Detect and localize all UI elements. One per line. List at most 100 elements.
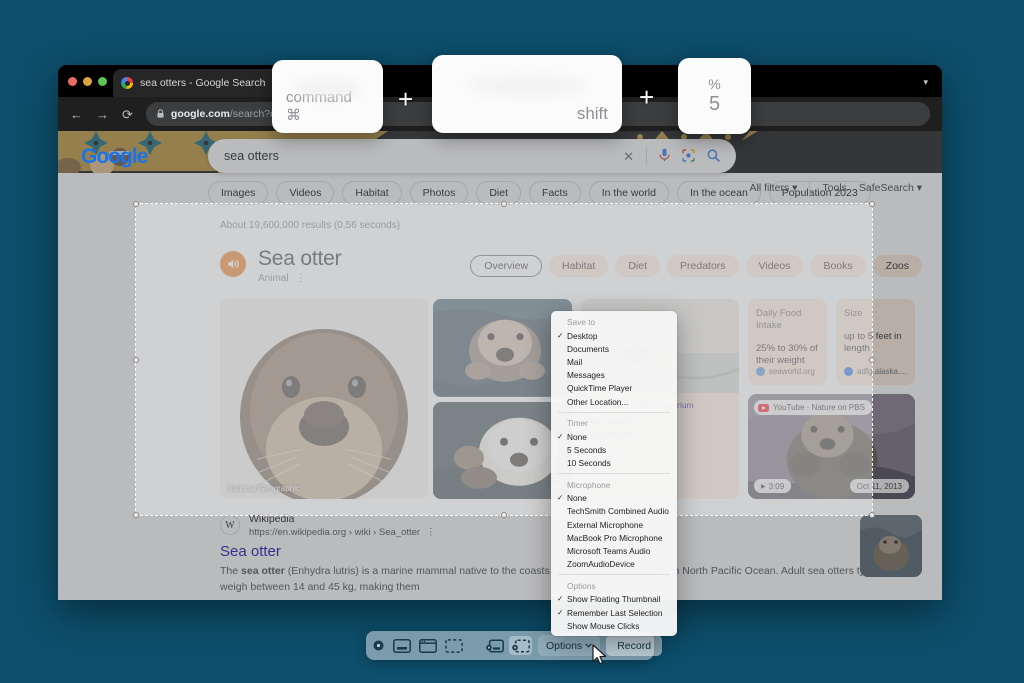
knowledge-tab-zoos[interactable]: Zoos [872,255,922,277]
fact-card[interactable]: Size up to 5 feet in length adfg.alaska...… [836,299,915,386]
minimize-window-button[interactable] [83,77,92,86]
menu-item[interactable]: External Microphone [551,518,677,531]
result-thumbnail[interactable] [860,515,922,577]
video-card[interactable]: YouTube · Nature on PBS ▶ 3:09 Oct 11, 2… [748,394,915,499]
clear-search-icon[interactable]: ✕ [623,150,634,163]
search-chip[interactable]: Videos [276,181,335,205]
menu-separator [558,473,670,475]
menu-item[interactable]: ✓ Show Floating Thumbnail [551,593,677,606]
knowledge-tab-habitat[interactable]: Habitat [549,255,609,277]
check-icon: ✓ [557,330,564,340]
overflow-menu-icon[interactable]: ⋮ [296,273,306,284]
menu-item[interactable]: Mail [551,355,677,368]
menu-item[interactable]: Other Location... [551,395,677,408]
reload-icon[interactable]: ⟳ [122,108,133,121]
fact-card-source[interactable]: seaworld.org [756,367,819,377]
all-filters-button[interactable]: All filters ▾ [750,182,798,194]
hero-image[interactable]: National Geographic [220,299,428,499]
search-chip[interactable]: In the ocean [676,181,761,205]
mic-icon[interactable] [659,148,670,164]
knowledge-panel: Sea otter Animal ⋮ Overview Habitat Diet Pr… [220,247,922,284]
keycap-shift: shift [432,55,622,133]
menu-item-label: None [567,493,587,504]
record-button[interactable]: Record [606,635,663,656]
video-source-badge: YouTube · Nature on PBS [754,400,872,416]
menu-separator [558,574,670,576]
menu-item[interactable]: ✓ None [551,430,677,443]
tools-button[interactable]: Tools [822,182,847,194]
menu-item[interactable]: 10 Seconds [551,457,677,470]
menu-item-label: Microsoft Teams Audio [567,546,651,557]
result-url: https://en.wikipedia.org › wiki › Sea_ot… [249,527,436,538]
menu-item[interactable]: ✓ None [551,492,677,505]
search-chip[interactable]: Photos [409,181,469,205]
keycap-five: % 5 [678,58,751,134]
menu-item[interactable]: TechSmith Combined Audio [551,505,677,518]
wikipedia-favicon-icon: W [220,515,240,536]
menu-section-header: Options [567,580,596,591]
knowledge-panel-tabs: Overview Habitat Diet Predators Videos Books Z… [470,255,922,277]
menu-item[interactable]: Show Mouse Clicks [551,619,677,632]
menu-item[interactable]: MacBook Pro Microphone [551,531,677,544]
fact-card-source[interactable]: adfg.alaska.... [844,367,907,377]
capture-window-icon[interactable] [416,636,439,655]
keycap-glow [468,77,586,95]
menu-item[interactable]: Documents [551,342,677,355]
menu-item[interactable]: QuickTime Player [551,382,677,395]
record-dot-icon[interactable] [373,636,384,655]
chevron-down-icon: ▾ [916,182,922,194]
search-input[interactable]: sea otters ✕ [208,139,736,173]
google-lens-icon[interactable] [682,148,695,164]
image-gallery: National Geographic [220,299,572,499]
menu-section-header: Save to [567,317,596,327]
result-thumbnail-image [860,515,922,577]
video-source-label: YouTube · Nature on PBS [773,403,865,413]
menu-item[interactable]: ZoomAudioDevice [551,558,677,571]
options-button[interactable]: Options [538,635,601,656]
search-chip[interactable]: Diet [476,181,522,205]
menu-item[interactable]: Microsoft Teams Audio [551,544,677,557]
page-title: Sea otter [258,247,342,270]
menu-item[interactable]: 5 Seconds [551,443,677,456]
search-chip[interactable]: Facts [529,181,581,205]
fact-card[interactable]: Daily Food Intake 25% to 30% of their wei… [748,299,827,386]
record-screen-icon[interactable] [483,636,506,655]
pronounce-speaker-icon[interactable] [220,251,246,277]
menu-item[interactable]: ✓ Remember Last Selection [551,606,677,619]
close-window-button[interactable] [68,77,77,86]
search-chip[interactable]: Images [208,181,269,205]
check-icon: ✓ [557,493,564,503]
google-logo[interactable]: Google [81,145,148,169]
menu-item-label: Desktop [567,330,598,341]
menu-item[interactable]: Messages [551,369,677,382]
chevron-down-icon: ▾ [792,182,798,194]
overflow-menu-icon[interactable]: ⋮ [426,527,436,538]
result-site-block: Wikipedia https://en.wikipedia.org › wik… [249,513,436,538]
knowledge-tab-books[interactable]: Books [810,255,866,277]
safesearch-button[interactable]: SafeSearch ▾ [859,182,922,194]
entity-type-label: Animal [258,273,289,284]
chevron-down-icon[interactable]: ▾ [923,77,928,88]
capture-entire-screen-icon[interactable] [390,636,413,655]
back-icon[interactable]: ← [70,108,83,121]
search-icon[interactable] [707,149,720,164]
forward-icon[interactable]: → [96,108,109,121]
keycap-glow [293,81,362,98]
knowledge-tab-overview[interactable]: Overview [470,255,543,277]
snippet-bold-term: sea otter [241,564,285,577]
divider [809,181,811,195]
knowledge-tab-diet[interactable]: Diet [615,255,661,277]
facts-and-video-column: Daily Food Intake 25% to 30% of their wei… [748,299,915,499]
record-selection-icon[interactable] [509,636,532,655]
fact-card-value: up to 5 feet in length [844,330,902,355]
menu-item-label: External Microphone [567,519,644,530]
knowledge-tab-predators[interactable]: Predators [667,255,739,277]
menu-item-label: 5 Seconds [567,444,607,455]
knowledge-tab-videos[interactable]: Videos [745,255,804,277]
capture-selection-icon[interactable] [442,636,465,655]
search-chip[interactable]: Habitat [342,181,402,205]
maximize-window-button[interactable] [98,77,107,86]
search-chip[interactable]: In the world [588,181,669,205]
fact-card-label: Daily Food Intake [756,308,802,331]
menu-item[interactable]: ✓ Desktop [551,329,677,342]
